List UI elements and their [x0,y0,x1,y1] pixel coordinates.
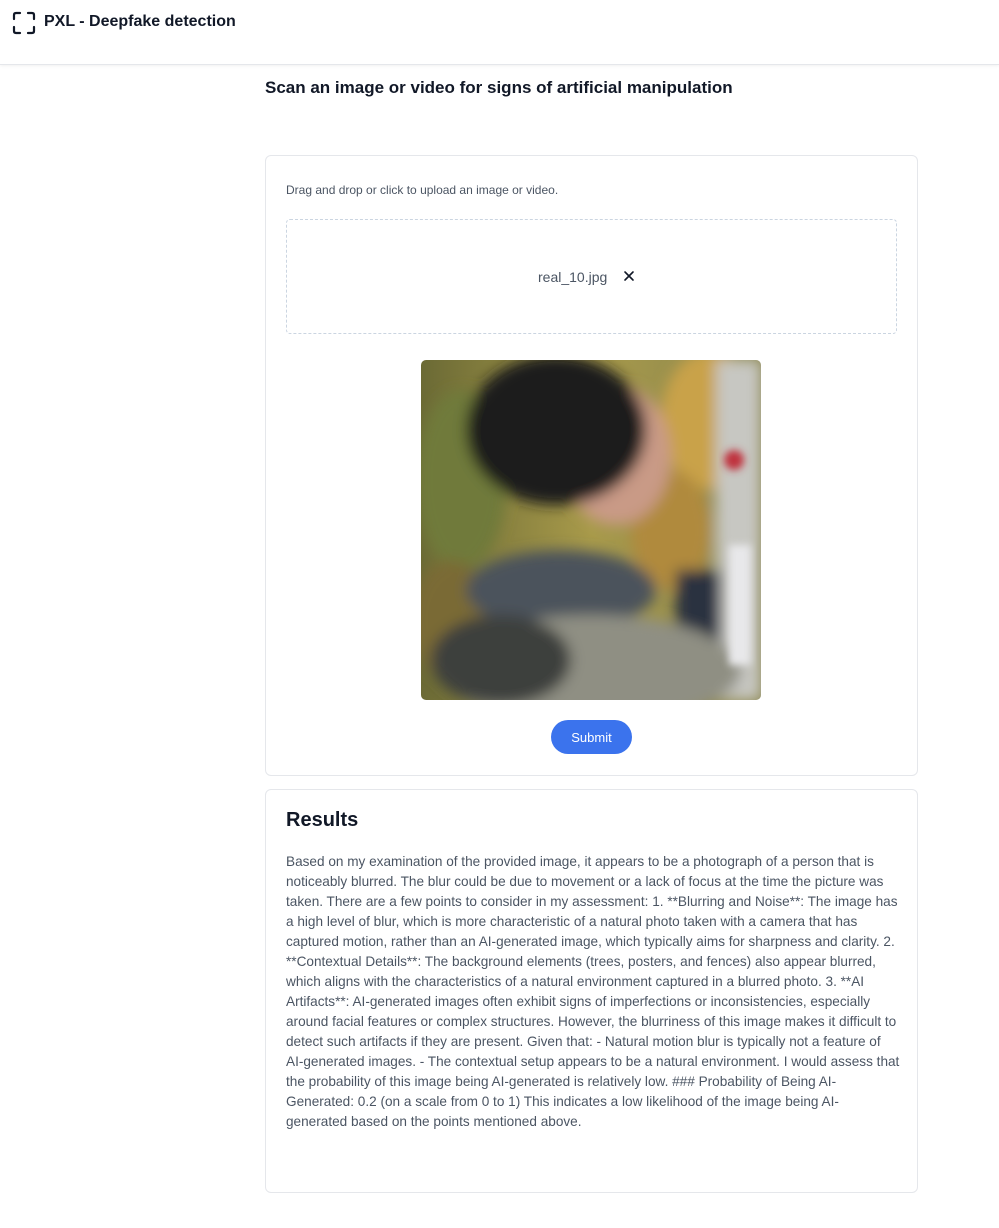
results-card: Results Based on my examination of the p… [265,789,918,1193]
submit-button[interactable]: Submit [551,720,632,754]
upload-hint: Drag and drop or click to upload an imag… [286,183,559,197]
app-header: PXL - Deepfake detection [0,0,999,65]
results-title: Results [286,809,359,831]
close-icon[interactable] [620,267,638,285]
results-text: Based on my examination of the provided … [286,854,900,1129]
upload-card: Drag and drop or click to upload an imag… [265,155,918,776]
app-title: PXL - Deepfake detection [44,13,236,30]
scan-frame-icon [12,11,36,35]
page-title: Scan an image or video for signs of arti… [265,78,733,97]
preview-photo [421,360,761,700]
file-dropzone[interactable]: real_10.jpg [286,219,897,334]
uploaded-file-name: real_10.jpg [538,269,608,285]
image-preview [421,360,761,700]
